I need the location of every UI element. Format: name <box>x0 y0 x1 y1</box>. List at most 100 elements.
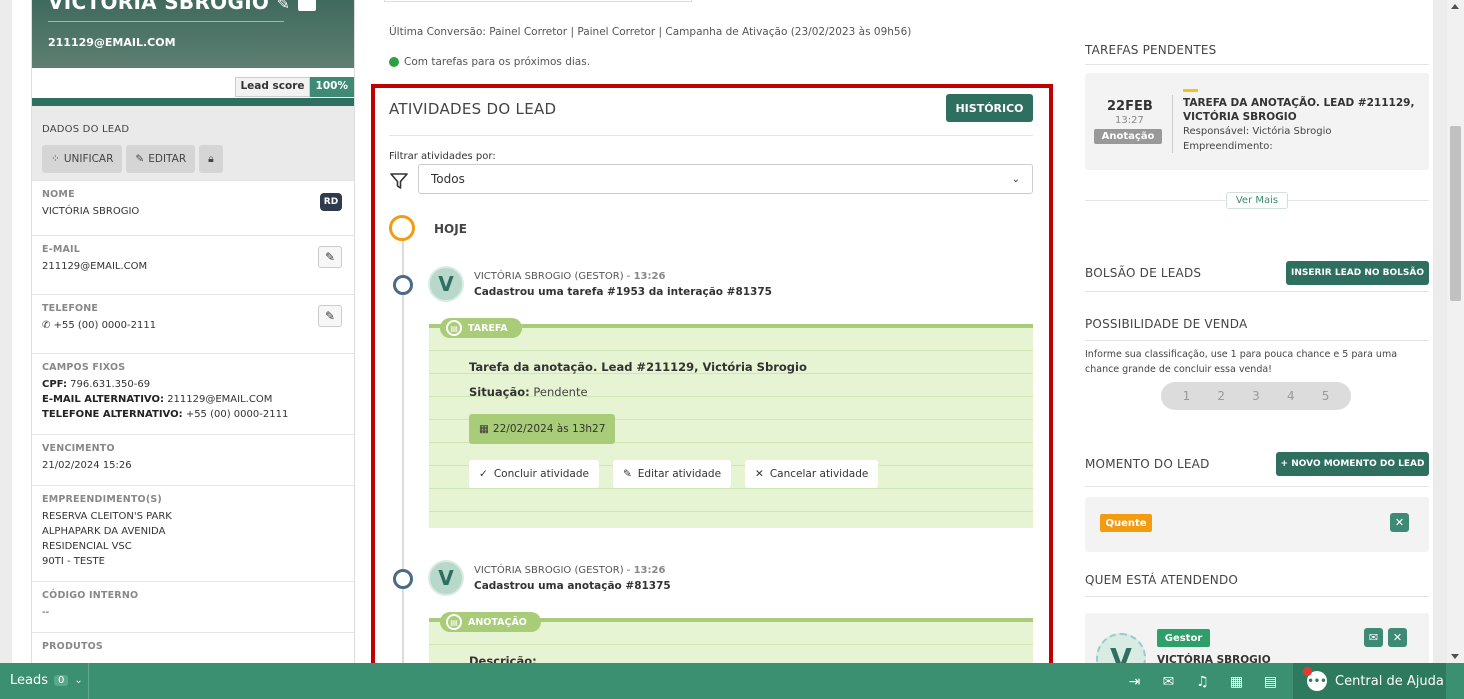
bell-icon[interactable]: ♫ <box>1193 672 1212 691</box>
lead-score: Lead score 100% <box>235 77 354 97</box>
lead-score-value: 100% <box>309 77 354 97</box>
activity-action: Cadastrou uma tarefa #1953 da interação … <box>474 286 772 298</box>
pencil-icon[interactable]: ✎ <box>277 0 291 13</box>
check-icon: ✓ <box>479 468 488 480</box>
note-card: ▤ ANOTAÇÃO Descrição: <box>429 612 1033 663</box>
empreendimento-item: 90TI - TESTE <box>42 556 105 567</box>
concluir-label: Concluir atividade <box>493 468 589 480</box>
momento-tag: Quente <box>1100 514 1152 532</box>
section-divider <box>1085 291 1429 292</box>
rating-option[interactable]: 4 <box>1287 389 1295 403</box>
task-divider <box>1172 95 1173 153</box>
possibilidade-title: POSSIBILIDADE DE VENDA <box>1085 317 1248 331</box>
scroll-down-icon[interactable] <box>1451 654 1459 659</box>
possibilidade-text: Informe sua classificação, use 1 para po… <box>1085 349 1398 375</box>
lock-button[interactable]: 🔒︎ <box>199 145 223 173</box>
cpf-label: CPF: <box>42 379 67 390</box>
email-alt-value: 211129@EMAIL.COM <box>167 394 273 405</box>
unificar-button[interactable]: ⁘ UNIFICAR <box>42 145 123 173</box>
activity-author-name: VICTÓRIA SBROGIO (GESTOR) - <box>474 271 631 282</box>
leads-label: Leads <box>10 673 49 688</box>
filter-select[interactable]: Todos ⌄ <box>418 164 1033 194</box>
lead-panel: VICTÓRIA SBROGIO ✎ 211129@EMAIL.COM Lead… <box>31 0 355 663</box>
avatar: V <box>1096 633 1146 663</box>
tel-alt-value: +55 (00) 0000-2111 <box>185 409 289 420</box>
leads-dropdown[interactable]: Leads 0 ⌄ <box>10 673 83 688</box>
timeline-node-icon <box>393 275 413 295</box>
edit-telefone-button[interactable]: ✎ <box>318 305 342 327</box>
rating-option[interactable]: 2 <box>1217 389 1225 403</box>
filter-label: Filtrar atividades por: <box>389 151 496 162</box>
top-input-box <box>384 0 692 2</box>
activity-author: VICTÓRIA SBROGIO (GESTOR) - 13:26 <box>474 565 665 576</box>
rating-option[interactable]: 1 <box>1183 389 1191 403</box>
calendar-icon[interactable]: ▦ <box>1227 672 1246 691</box>
dados-do-lead: DADOS DO LEAD ⁘ UNIFICAR ✎ EDITAR 🔒︎ <box>32 106 354 180</box>
avatar: V <box>428 560 464 596</box>
empreendimento-item: ALPHAPARK DA AVENIDA <box>42 526 166 537</box>
editar-atividade-button[interactable]: ✎ Editar atividade <box>612 460 732 488</box>
phone-icon: ✆ <box>42 320 51 331</box>
lead-name: VICTÓRIA SBROGIO <box>48 0 270 14</box>
email-atendente-button[interactable]: ✉ <box>1364 628 1383 647</box>
pencil-icon: ✎ <box>135 153 145 165</box>
right-sidebar: TAREFAS PENDENTES 22FEB 13:27 Anotação T… <box>1085 0 1429 663</box>
scrollbar-thumb[interactable] <box>1450 126 1461 301</box>
field-label: TELEFONE <box>42 303 99 314</box>
pending-tasks-title: TAREFAS PENDENTES <box>1085 43 1217 57</box>
empreendimento-item: RESERVA CLEITON'S PARK <box>42 511 172 522</box>
inbox-star-icon[interactable]: ✉ <box>1159 672 1178 691</box>
concluir-atividade-button[interactable]: ✓ Concluir atividade <box>469 460 599 488</box>
section-divider <box>1085 486 1429 487</box>
field-label: CÓDIGO INTERNO <box>42 590 139 601</box>
edit-email-button[interactable]: ✎ <box>318 246 342 268</box>
document-icon: ▤ <box>446 614 462 630</box>
remove-atendente-button[interactable]: ✕ <box>1388 628 1407 647</box>
chevron-down-icon: ⌄ <box>1011 173 1020 185</box>
novo-momento-button[interactable]: + NOVO MOMENTO DO LEAD <box>1276 452 1429 476</box>
editar-button[interactable]: ✎ EDITAR <box>126 145 196 173</box>
timeline-line <box>402 240 404 663</box>
central-de-ajuda-button[interactable]: ••• Central de Ajuda <box>1293 663 1446 699</box>
field-campos-fixos: CAMPOS FIXOS CPF: 796.631.350-69 E-MAIL … <box>32 353 354 434</box>
task-status: Com tarefas para os próximos dias. <box>389 56 590 68</box>
historico-button[interactable]: HISTÓRICO <box>946 94 1033 122</box>
pencil-icon: ✎ <box>622 468 632 480</box>
scroll-up-icon[interactable] <box>1451 4 1459 9</box>
close-icon: ✕ <box>1394 516 1405 529</box>
atendente-card: V Gestor VICTÓRIA SBROGIO ✉ ✕ <box>1085 613 1429 663</box>
atividades-panel: ATIVIDADES DO LEAD HISTÓRICO Filtrar ati… <box>371 84 1053 663</box>
filter-icon <box>390 173 408 189</box>
lead-name-title: VICTÓRIA SBROGIO ✎ <box>48 0 316 14</box>
field-value: 211129@EMAIL.COM <box>42 261 148 272</box>
situacao-label: Situação: <box>469 385 530 399</box>
rating-option[interactable]: 3 <box>1252 389 1260 403</box>
field-label: PRODUTOS <box>42 641 103 652</box>
unify-icon: ⁘ <box>51 153 60 165</box>
page-scrollbar[interactable] <box>1447 0 1464 663</box>
ver-mais-button[interactable]: Ver Mais <box>1226 192 1288 209</box>
rd-badge[interactable]: RD <box>320 193 342 211</box>
role-badge: Gestor <box>1157 629 1210 647</box>
field-vencimento: VENCIMENTO 21/02/2024 15:26 <box>32 434 354 485</box>
pending-task-card[interactable]: 22FEB 13:27 Anotação TAREFA DA ANOTAÇÃO.… <box>1085 73 1429 170</box>
task-date: ▦ 22/02/2024 às 13h27 <box>469 414 616 444</box>
cancelar-atividade-button[interactable]: ✕ Cancelar atividade <box>745 460 879 488</box>
rating-option[interactable]: 5 <box>1322 389 1330 403</box>
field-label: VENCIMENTO <box>42 443 115 454</box>
arrow-right-bar-icon[interactable]: ⇥ <box>1125 672 1144 691</box>
calculator-icon[interactable]: ▤ <box>1261 672 1280 691</box>
inserir-lead-bolsao-button[interactable]: INSERIR LEAD NO BOLSÃO <box>1286 261 1429 285</box>
activity-author: VICTÓRIA SBROGIO (GESTOR) - 13:26 <box>474 271 665 282</box>
camera-icon[interactable] <box>297 0 316 11</box>
atividades-title: ATIVIDADES DO LEAD <box>389 100 557 118</box>
lead-score-label: Lead score <box>235 77 310 97</box>
chevron-down-icon: ⌄ <box>74 675 83 686</box>
note-title: Descrição: <box>469 654 537 663</box>
today-marker-icon <box>389 215 415 241</box>
field-value: CPF: 796.631.350-69 E-MAIL ALTERNATIVO: … <box>42 377 344 422</box>
lead-email-header: 211129@EMAIL.COM <box>48 36 176 49</box>
remove-momento-button[interactable]: ✕ <box>1390 513 1409 532</box>
anotacao-tag: ▤ ANOTAÇÃO <box>440 612 541 632</box>
cancelar-label: Cancelar atividade <box>769 468 869 480</box>
